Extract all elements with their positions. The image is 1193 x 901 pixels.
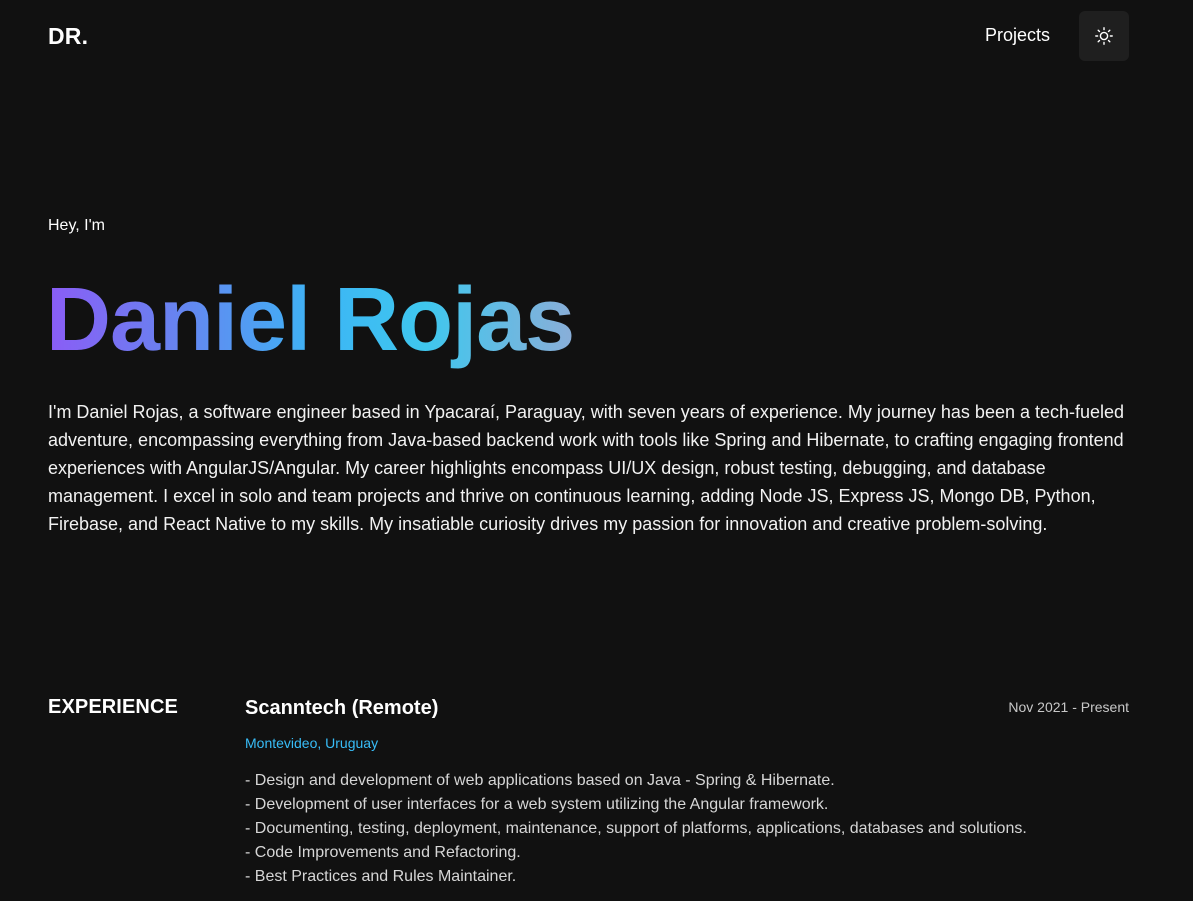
experience-company: Scanntech (Remote) <box>245 697 439 719</box>
experience-duty: - Documenting, testing, deployment, main… <box>245 820 1027 837</box>
experience-duty: - Development of user interfaces for a w… <box>245 796 829 813</box>
hero-name: Daniel Rojas <box>46 264 575 376</box>
theme-toggle-button[interactable] <box>1079 11 1129 61</box>
hero-greeting: Hey, I'm <box>48 217 105 234</box>
site-logo[interactable]: DR. <box>48 23 88 50</box>
experience-duty: - Best Practices and Rules Maintainer. <box>245 868 517 885</box>
experience-dates: Nov 2021 - Present <box>1008 699 1129 715</box>
hero-bio: I'm Daniel Rojas, a software engineer ba… <box>48 402 1125 534</box>
experience-duties-list: - Design and development of web applicat… <box>245 769 1129 889</box>
nav-link-projects[interactable]: Projects <box>985 25 1050 46</box>
experience-location: Montevideo, Uruguay <box>245 735 379 751</box>
experience-entry: Scanntech (Remote) Nov 2021 - Present Mo… <box>245 696 1129 889</box>
site-header: DR. Projects <box>0 0 1193 72</box>
experience-duty: - Design and development of web applicat… <box>245 772 835 789</box>
sun-icon <box>1094 26 1114 46</box>
experience-heading: EXPERIENCE <box>48 696 178 718</box>
experience-duty: - Code Improvements and Refactoring. <box>245 844 521 861</box>
